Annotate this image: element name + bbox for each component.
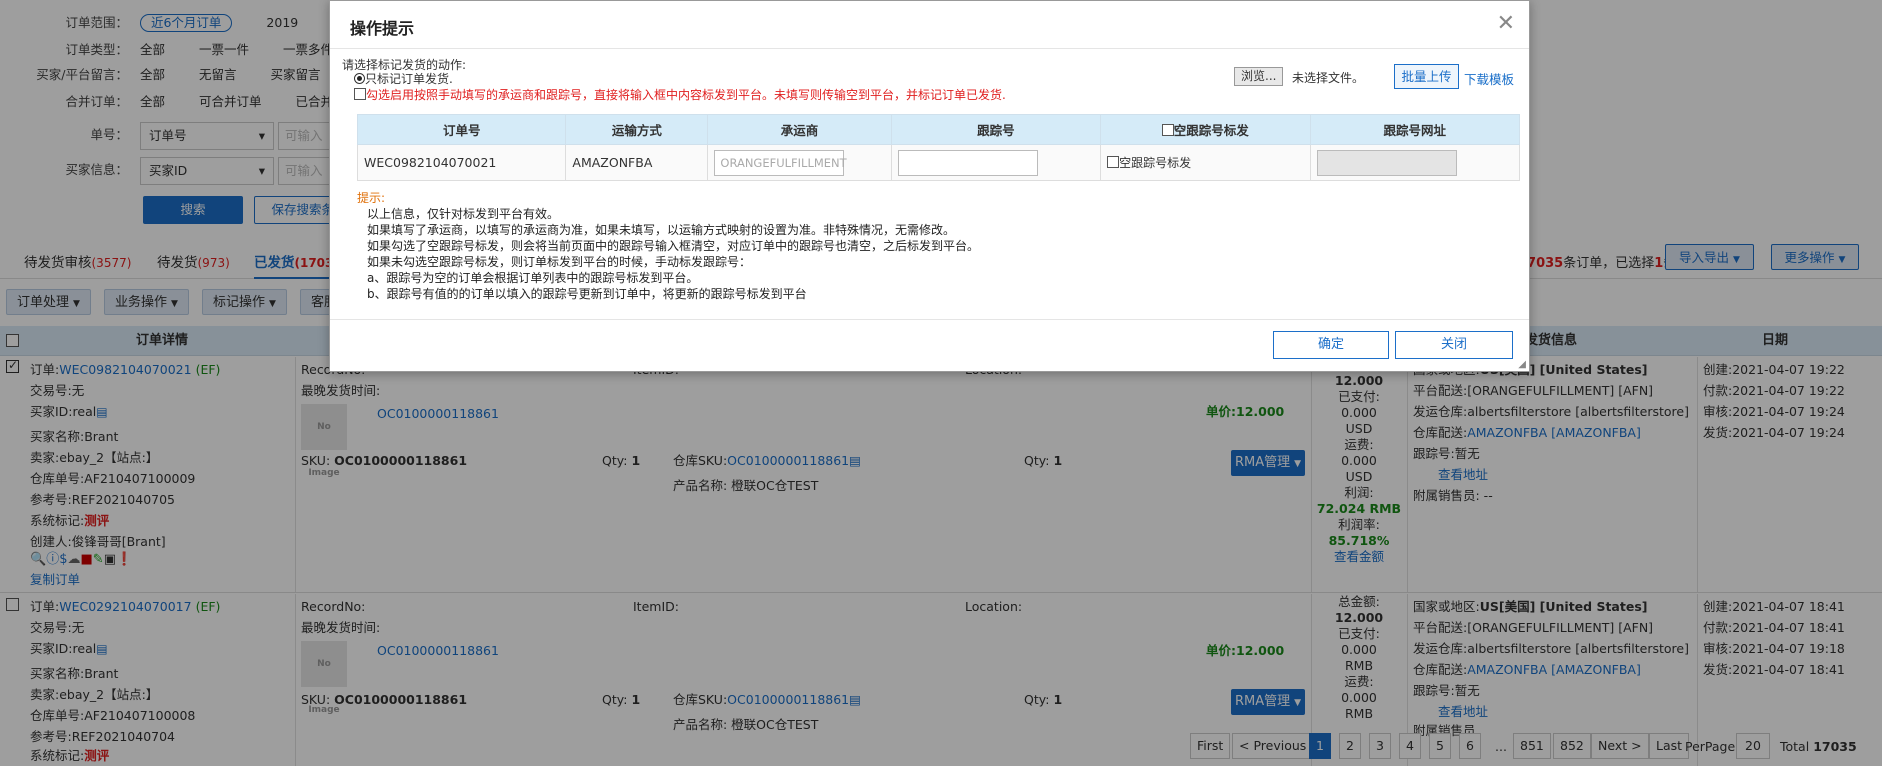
checkbox[interactable] bbox=[354, 88, 366, 100]
batch-upload-button[interactable]: 批量上传 bbox=[1394, 64, 1459, 89]
tracking-url-input[interactable] bbox=[1316, 149, 1457, 176]
tracking-number-input[interactable] bbox=[897, 149, 1038, 176]
close-icon[interactable]: ✕ bbox=[1497, 13, 1515, 35]
dialog-header: 操作提示 ✕ bbox=[330, 1, 1529, 49]
empty-tracking-checkbox[interactable] bbox=[1107, 156, 1120, 168]
file-status: 未选择文件。 bbox=[1292, 71, 1365, 85]
tips-title: 提示: bbox=[357, 191, 386, 205]
confirm-button[interactable]: 确定 bbox=[1273, 331, 1389, 359]
empty-tracking-all-checkbox[interactable] bbox=[1161, 124, 1174, 136]
mark-only-option[interactable]: 只标记订单发货. bbox=[354, 70, 453, 87]
resize-handle-icon[interactable]: ◢ bbox=[1518, 359, 1526, 370]
download-template-link[interactable]: 下载模板 bbox=[1464, 69, 1514, 88]
table-row: WEC0982104070021 AMAZONFBA ORANGEFULFILL… bbox=[356, 144, 1521, 181]
carrier-input[interactable]: ORANGEFULFILLMENT bbox=[714, 149, 847, 176]
radio-button[interactable] bbox=[354, 73, 365, 84]
close-button[interactable]: 关闭 bbox=[1395, 331, 1513, 359]
dialog-title: 操作提示 bbox=[350, 19, 415, 38]
manual-carrier-option[interactable]: 勾选启用按照手动填写的承运商和跟踪号，直接将输入框中内容标发到平台。未填写则传输… bbox=[354, 86, 1006, 103]
tracking-table: 订单号 运输方式 承运商 跟踪号 空跟踪号标发 跟踪号网址 WEC0982104… bbox=[356, 114, 1521, 181]
mark-shipped-dialog: 操作提示 ✕ 请选择标记发货的动作: 只标记订单发货. 勾选启用按照手动填写的承… bbox=[329, 0, 1530, 372]
browse-button[interactable]: 浏览... bbox=[1234, 67, 1284, 86]
